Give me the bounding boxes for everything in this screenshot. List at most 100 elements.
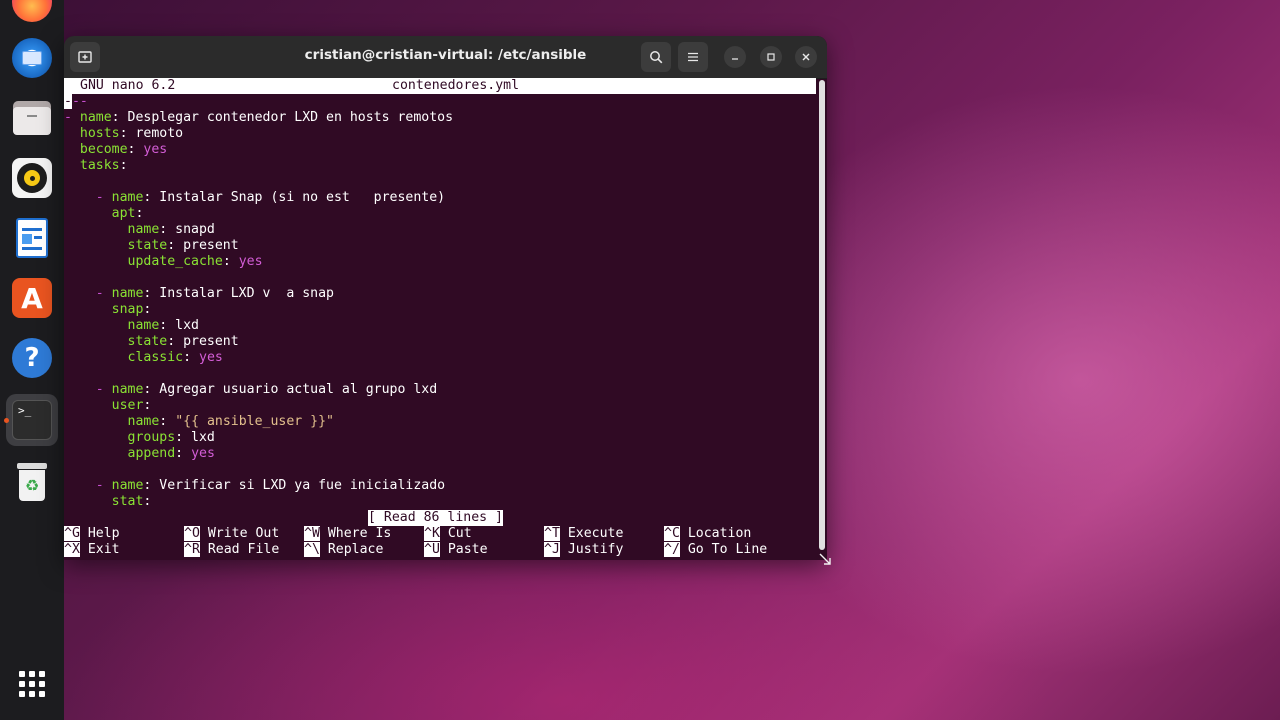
code-token: state [127,334,168,349]
menu-button[interactable] [678,42,708,72]
shortcut-key: ^R [184,542,200,557]
shortcut-label: Replace [319,542,384,557]
shortcut-label: Where Is [319,526,392,541]
shortcut-label: Help [79,526,120,541]
minimize-button[interactable] [724,46,746,68]
code-token: : [143,398,152,413]
code-token: name [111,382,144,397]
code-token: : [175,446,192,461]
shortcut-help[interactable]: ^G Help [64,526,120,542]
shortcut-key: ^O [184,526,200,541]
shortcut-key: ^U [424,542,440,557]
shortcut-key: ^T [544,526,560,541]
minimize-icon [732,58,738,60]
code-token: : [119,158,128,173]
files-icon[interactable] [12,98,52,138]
help-icon[interactable]: ? [12,338,52,378]
terminal-icon[interactable]: >_ [12,400,52,440]
shortcut-replace[interactable]: ^\ Replace [304,542,383,558]
code-token: : present [167,334,239,349]
code-token: : [127,142,144,157]
app-center-glyph: A [21,281,43,315]
shortcut-label: Write Out [199,526,280,541]
trash-icon[interactable]: ♻ [12,462,52,502]
titlebar[interactable]: cristian@cristian-virtual: /etc/ansible [64,36,827,79]
terminal-content[interactable]: GNU nano 6.2 contenedores.yml --- - name:… [64,78,816,560]
shortcut-location[interactable]: ^C Location [664,526,751,542]
shortcut-write-out[interactable]: ^O Write Out [184,526,279,542]
code-token: name [127,222,160,237]
maximize-button[interactable] [760,46,782,68]
code-token: "{{ ansible_user }}" [175,414,334,429]
shortcut-where-is[interactable]: ^W Where Is [304,526,391,542]
show-apps-icon[interactable] [12,664,52,704]
shortcut-go-to-line[interactable]: ^/ Go To Line [664,542,767,558]
libreoffice-writer-icon[interactable] [12,218,52,258]
code-token: name [111,286,144,301]
editor-line: apt: [64,206,144,222]
code-token: : [159,414,176,429]
code-token: : [143,494,152,509]
shortcut-execute[interactable]: ^T Execute [544,526,623,542]
rhythmbox-icon[interactable] [12,158,52,198]
help-glyph: ? [24,343,40,373]
code-token: tasks [79,158,120,173]
shortcut-justify[interactable]: ^J Justify [544,542,623,558]
nano-filename: contenedores.yml [392,78,520,93]
resize-handle-icon[interactable] [818,552,832,566]
shortcut-read-file[interactable]: ^R Read File [184,542,279,558]
editor-line: state: present [64,238,239,254]
editor-line: - name: Instalar Snap (si no est present… [64,190,445,206]
shortcut-label: Exit [79,542,120,557]
shortcut-cut[interactable]: ^K Cut [424,526,472,542]
shortcut-label: Justify [559,542,624,557]
shortcut-paste[interactable]: ^U Paste [424,542,488,558]
code-token: name [127,414,160,429]
terminal-window: cristian@cristian-virtual: /etc/ansible [64,36,827,560]
dock: A ? >_ ♻ [0,0,64,720]
code-token: - [64,382,112,397]
editor-line: - name: Agregar usuario actual al grupo … [64,382,437,398]
search-button[interactable] [641,42,671,72]
code-token-rest: -- [71,94,88,109]
editor-line: name: lxd [64,318,199,334]
terminal-scrollbar[interactable] [819,80,825,550]
hamburger-menu-icon [688,52,698,62]
code-token: name [111,478,144,493]
shortcut-label: Go To Line [679,542,768,557]
code-token: yes [191,446,215,461]
code-token: yes [238,254,263,269]
editor-line: state: present [64,334,239,350]
editor-line: tasks: [64,158,128,174]
code-token: - [64,190,112,205]
code-token: : lxd [159,318,199,333]
app-center-icon[interactable]: A [12,278,52,318]
code-token: : [183,350,199,365]
thunderbird-icon[interactable] [12,38,52,78]
code-token: : Verificar si LXD ya fue inicializado [143,478,446,493]
code-token: classic [127,350,184,365]
shortcut-key: ^G [64,526,80,541]
code-token: hosts [79,126,120,141]
code-token: : Agregar usuario actual al grupo lxd [143,382,438,397]
maximize-icon [767,53,775,61]
shortcut-exit[interactable]: ^X Exit [64,542,120,558]
code-token: snap [111,302,144,317]
firefox-icon[interactable] [12,0,52,22]
close-button[interactable] [795,46,817,68]
code-token: : snapd [159,222,215,237]
code-token: update_cache [127,254,223,269]
shortcut-key: ^\ [304,542,320,557]
code-token: : Instalar Snap (si no est presente) [143,190,446,205]
code-token: - [64,478,112,493]
editor-line: name: "{{ ansible_user }}" [64,414,334,430]
